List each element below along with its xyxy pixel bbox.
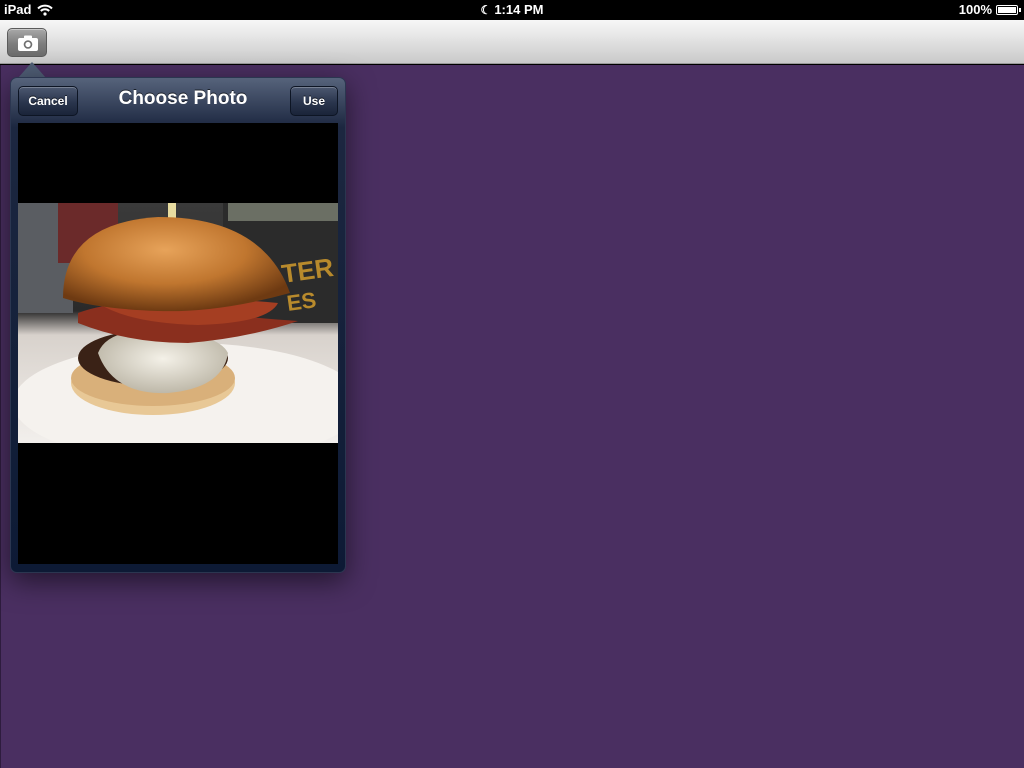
- popover-nav-bar: Cancel Choose Photo Use: [11, 78, 345, 122]
- status-center: ☾ 1:14 PM: [0, 2, 1024, 17]
- battery-fill: [998, 6, 1016, 13]
- camera-button[interactable]: [7, 28, 47, 57]
- choose-photo-popover: Cancel Choose Photo Use TER ES: [10, 77, 346, 573]
- burger-photo: TER ES: [18, 203, 338, 443]
- svg-text:ES: ES: [285, 287, 318, 316]
- battery-percent: 100%: [958, 2, 992, 17]
- status-bar: iPad ☾ 1:14 PM 100%: [0, 0, 1024, 20]
- photo-preview-area[interactable]: TER ES: [18, 123, 338, 564]
- popover-title: Choose Photo: [118, 88, 248, 109]
- toolbar: [0, 20, 1024, 64]
- battery-icon: [996, 4, 1021, 15]
- cancel-button[interactable]: Cancel: [18, 86, 78, 116]
- popover-arrow: [18, 62, 46, 78]
- status-right: 100%: [958, 2, 1021, 17]
- moon-icon: ☾: [480, 3, 492, 17]
- camera-icon: [18, 35, 38, 51]
- use-button[interactable]: Use: [290, 86, 338, 116]
- status-time: 1:14 PM: [494, 2, 544, 17]
